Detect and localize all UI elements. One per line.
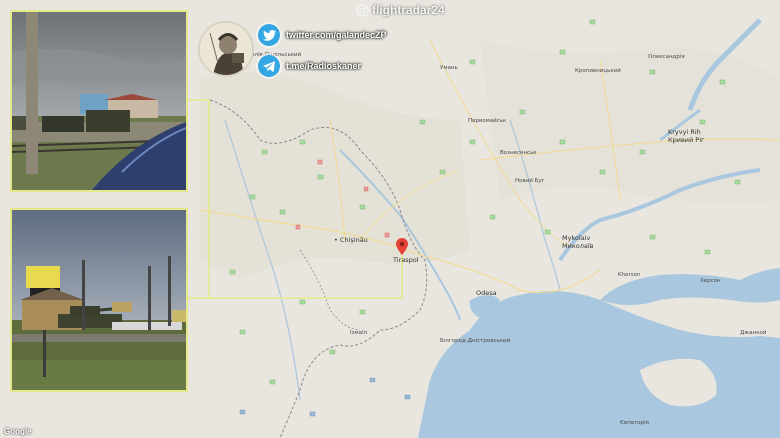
map-label: Первомайськ <box>468 118 507 124</box>
city-label-kryvyi-rih[interactable]: Kryvyi Rih Кривий Ріг <box>668 128 712 144</box>
map-label: Джанкой <box>740 330 767 336</box>
map-label: Вознесенськ <box>500 150 537 156</box>
map-label: Умань <box>440 65 458 71</box>
city-label-odesa[interactable]: Odesa <box>476 289 497 297</box>
photo-tank-checkpoint <box>10 208 188 392</box>
map-label: Новий Буг <box>515 178 545 184</box>
city-label-mykolaiv[interactable]: Mykolaiv Миколаїв <box>562 234 608 250</box>
map-pin-icon[interactable] <box>396 238 408 255</box>
twitter-link[interactable]: twitter.com/galandecZP <box>258 24 387 46</box>
map-label: Євпаторія <box>620 420 649 426</box>
map-label: Олександрія <box>648 54 685 60</box>
telegram-link[interactable]: t.me/Radioskaner <box>258 55 361 77</box>
brand-logo: flightradar24 <box>356 3 445 17</box>
map-label: Херсон <box>700 278 721 284</box>
google-attribution: Google <box>4 427 32 436</box>
city-label-tiraspol[interactable]: Tiraspol <box>393 256 419 264</box>
twitter-bird-icon <box>258 24 280 46</box>
avatar <box>198 21 254 77</box>
telegram-plane-icon <box>258 55 280 77</box>
city-label-chisinau[interactable]: • Chișinău <box>334 236 368 244</box>
map-label: Кропивницький <box>575 68 621 74</box>
map-label: Білгород-Дністровський <box>440 338 511 344</box>
brand-name: flightradar24 <box>372 3 445 17</box>
photo-military-trucks-rail <box>10 10 188 192</box>
map-screenshot: Первомайськ Кропивницький Олександрія Во… <box>0 0 780 438</box>
map-label: Ізмаїл <box>350 330 368 336</box>
map-label: Kherson <box>618 272 641 278</box>
telegram-handle: t.me/Radioskaner <box>286 61 362 71</box>
radar-icon <box>356 3 369 17</box>
twitter-handle: twitter.com/galandecZP <box>286 30 387 40</box>
city-dot-icon: • <box>334 236 338 244</box>
